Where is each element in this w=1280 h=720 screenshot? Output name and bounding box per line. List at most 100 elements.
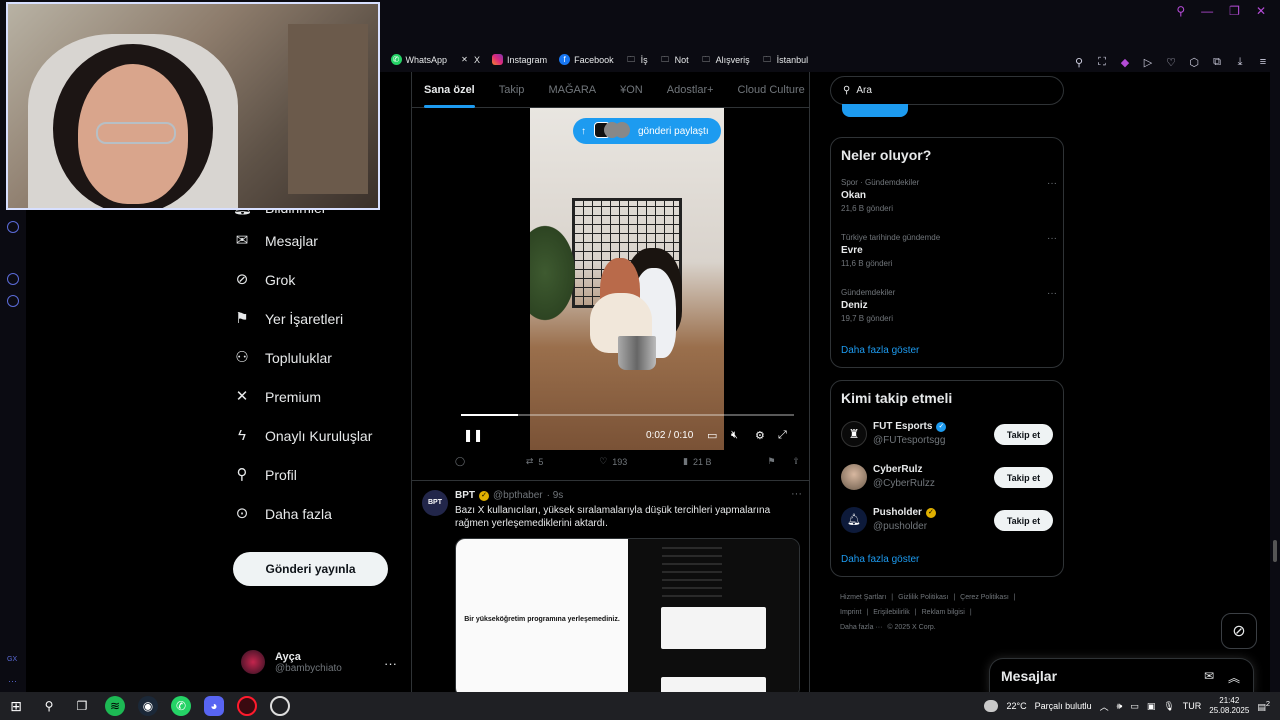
settings-icon[interactable]: ⚙ [755, 429, 765, 442]
account-more-icon[interactable]: ··· [384, 656, 397, 671]
tweet-author-handle[interactable]: @bpthaber [493, 490, 543, 501]
clock[interactable]: 21:42 25.08.2025 [1209, 696, 1249, 716]
tab-following[interactable]: Takip [499, 72, 525, 108]
display-icon[interactable]: ▣ [1147, 701, 1156, 712]
bookmark-button[interactable]: ⚑ ⇪ [767, 456, 800, 467]
bookmark-folder-alisveris[interactable]: 🗀 Alışveriş [701, 54, 750, 65]
cube-icon[interactable]: ⬡ [1187, 56, 1201, 69]
play-icon[interactable]: ▷ [1141, 56, 1155, 69]
bookmark-x[interactable]: ✕ X [459, 54, 480, 65]
rail-gx-icon[interactable]: GX [7, 656, 17, 663]
footer-link[interactable]: Reklam bilgisi [922, 609, 965, 616]
follow-button[interactable]: Takip et [994, 467, 1053, 488]
bookmark-folder-istanbul[interactable]: 🗀 İstanbul [762, 54, 808, 65]
sidebar-item-more[interactable]: ⊙ Daha fazla [233, 494, 403, 533]
menu-icon[interactable]: ≡ [1256, 56, 1270, 69]
footer-link[interactable]: Erişilebilirlik [873, 609, 910, 616]
who-to-follow-show-more[interactable]: Daha fazla göster [841, 554, 919, 565]
tab-magara[interactable]: MAĞARA [548, 72, 596, 108]
network-icon[interactable]: ▭ [1130, 701, 1139, 712]
tab-for-you[interactable]: Sana özel [424, 72, 475, 108]
follow-button[interactable]: Takip et [994, 424, 1053, 445]
sidebar-item-bookmarks[interactable]: ⚑ Yer İşaretleri [233, 299, 403, 338]
footer-link[interactable]: Gizlilik Politikası [898, 594, 948, 601]
follow-button[interactable]: Takip et [994, 510, 1053, 531]
tray-chevron-icon[interactable]: ︿ [1100, 700, 1109, 713]
spotify-icon[interactable]: ≋ [105, 696, 125, 716]
mic-icon[interactable]: 🎙︎ [1163, 701, 1174, 712]
pin-icon[interactable]: ⚲ [1072, 56, 1086, 69]
search-box[interactable]: ⚲ Ara [830, 76, 1064, 105]
captions-icon[interactable]: ▭ [707, 429, 717, 442]
sidebar-item-grok[interactable]: ⊘ Grok [233, 260, 403, 299]
app-icon[interactable] [270, 696, 290, 716]
trend-item[interactable]: Spor · Gündemdekiler Okan 21,6 B gönderi… [841, 178, 1057, 213]
language-indicator[interactable]: TUR [1183, 701, 1202, 711]
share-icon[interactable]: ⇪ [792, 456, 800, 467]
video-player[interactable]: ↑ gönderi paylaştı ❚❚ 0:02 / 0:10 ▭ 🔇︎ ⚙… [455, 108, 800, 450]
extensions-icon[interactable]: ⧉ [1210, 56, 1224, 69]
rail-messenger-icon[interactable] [7, 273, 19, 285]
rail-play-icon[interactable] [7, 221, 19, 233]
minimize-icon[interactable]: — [1201, 4, 1213, 18]
messages-dock[interactable]: Mesajlar ✉ ︽ [989, 658, 1254, 694]
volume-icon[interactable]: 🕪︎ [1117, 701, 1123, 712]
sidebar-item-communities[interactable]: ⚇ Topluluklar [233, 338, 403, 377]
search-icon[interactable]: ⚲ [39, 696, 59, 716]
expand-icon[interactable]: ︽ [1228, 669, 1240, 686]
views-button[interactable]: ▮ 21 B [683, 456, 711, 467]
steam-icon[interactable]: ◉ [138, 696, 158, 716]
download-icon[interactable]: ⤓ [1233, 56, 1247, 69]
rail-settings-icon[interactable] [7, 295, 19, 307]
weather-temp[interactable]: 22°C [1006, 701, 1026, 711]
windows-start-icon[interactable]: ⊞ [6, 696, 26, 716]
post-button[interactable]: Gönderi yayınla [233, 552, 388, 586]
repost-button[interactable]: ⇄ 5 [526, 456, 544, 467]
reply-button[interactable]: ◯ [455, 456, 470, 467]
account-switcher[interactable]: Ayça @bambychiato [241, 650, 401, 674]
tweet-author-name[interactable]: BPT [455, 490, 475, 501]
mute-icon[interactable]: 🔇︎ [731, 429, 738, 442]
notification-icon[interactable]: ▤2 [1257, 699, 1270, 713]
follow-suggestion[interactable]: ♜ FUT Esports ✓ @FUTesportsgg Takip et [841, 419, 1053, 453]
task-view-icon[interactable]: ❐ [72, 696, 92, 716]
grok-floating-button[interactable]: ⊘ [1221, 613, 1257, 649]
crop-icon[interactable]: ⛶ [1095, 56, 1109, 69]
tab-yon[interactable]: ¥ON [620, 72, 643, 108]
sidebar-item-verified-orgs[interactable]: ϟ Onaylı Kuruluşlar [233, 416, 403, 455]
close-icon[interactable]: ✕ [1256, 4, 1266, 18]
tweet-media[interactable]: Bir yükseköğretim programına yerleşemedi… [455, 538, 800, 692]
tweet-more-icon[interactable]: ··· [791, 488, 802, 500]
trend-more-icon[interactable]: ··· [1047, 178, 1057, 189]
restore-icon[interactable]: ❐ [1229, 4, 1240, 18]
discord-icon[interactable]: ◕ [204, 696, 224, 716]
tweet-time[interactable]: · 9s [547, 490, 564, 501]
bookmark-instagram[interactable]: Instagram [492, 54, 547, 65]
rail-more-icon[interactable]: ··· [8, 676, 17, 686]
page-scrollbar[interactable] [1270, 72, 1280, 692]
search-input[interactable]: Ara [856, 85, 872, 96]
video-progress-bar[interactable] [461, 414, 794, 416]
fullscreen-icon[interactable]: ⤢ [778, 429, 787, 442]
shared-post-pill[interactable]: ↑ gönderi paylaştı [573, 118, 721, 144]
weather-text[interactable]: Parçalı bulutlu [1035, 701, 1092, 711]
opera-gx-icon[interactable] [237, 696, 257, 716]
follow-suggestion[interactable]: CyberRulz @CyberRulzz Takip et [841, 462, 1053, 496]
trend-item[interactable]: Türkiye tarihinde gündemde Evre 11,6 B g… [841, 233, 1057, 268]
like-button[interactable]: ♡ 193 [599, 456, 627, 467]
trends-show-more[interactable]: Daha fazla göster [841, 345, 919, 356]
bookmark-folder-is[interactable]: 🗀 İş [626, 54, 648, 65]
shield-icon[interactable]: ◆ [1118, 56, 1132, 69]
sidebar-item-messages[interactable]: ✉ Mesajlar [233, 221, 403, 260]
footer-link[interactable]: Çerez Politikası [960, 594, 1009, 601]
trend-more-icon[interactable]: ··· [1047, 288, 1057, 299]
sidebar-item-profile[interactable]: ⚲ Profil [233, 455, 403, 494]
footer-link[interactable]: Hizmet Şartları [840, 594, 886, 601]
tweet-avatar[interactable]: BPT [422, 490, 448, 516]
trend-item[interactable]: Gündemdekiler Deniz 19,7 B gönderi ··· [841, 288, 1057, 323]
search-icon[interactable]: ⚲ [1176, 4, 1185, 18]
heart-icon[interactable]: ♡ [1164, 56, 1178, 69]
sidebar-item-premium[interactable]: ✕ Premium [233, 377, 403, 416]
tab-cloud-culture[interactable]: Cloud Culture [738, 72, 805, 108]
bookmark-folder-not[interactable]: 🗀 Not [660, 54, 689, 65]
